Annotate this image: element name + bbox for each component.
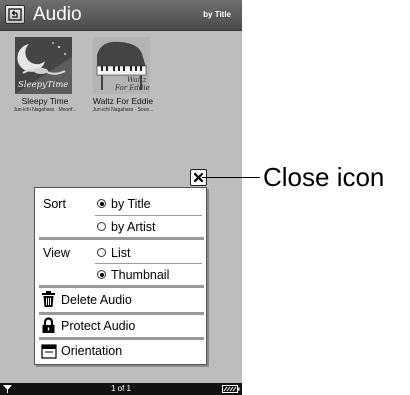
album-title: Waltz For Eddie — [92, 96, 154, 106]
callout-label: Close icon — [263, 162, 385, 192]
album-cover-text: Waltz — [127, 76, 147, 84]
radio-unselected-icon — [97, 222, 106, 232]
divider — [39, 237, 204, 240]
orientation-icon — [41, 344, 57, 359]
album-cover-text: SleepyTime — [18, 80, 68, 90]
view-list-option[interactable]: List — [97, 246, 130, 260]
album-artist: Jun-ichi Nagahara · Soun... — [92, 107, 154, 113]
page-indicator: 1 of 1 — [110, 384, 131, 393]
radio-unselected-icon — [97, 248, 106, 258]
radio-selected-icon — [97, 270, 106, 280]
sort-indicator: by Title — [203, 10, 231, 19]
back-arrow-icon — [8, 8, 22, 21]
view-label: View — [43, 246, 70, 260]
sort-by-artist-option[interactable]: by Artist — [97, 220, 155, 234]
options-menu: Sort by Title by Artist View List Thumbn… — [34, 187, 207, 365]
divider — [39, 312, 204, 315]
divider — [95, 215, 202, 216]
orientation-label: Orientation — [61, 344, 123, 358]
lock-icon — [42, 317, 55, 333]
album-title: Sleepy Time — [21, 96, 69, 106]
protect-audio-item[interactable]: Protect Audio — [41, 317, 201, 337]
trash-icon — [42, 291, 55, 307]
album-art[interactable]: Waltz For Eddie — [93, 37, 150, 94]
delete-audio-label: Delete Audio — [61, 293, 132, 307]
album-art[interactable]: SleepyTime — [15, 37, 72, 94]
device-screen: Audio by Title SleepyTime Sleepy Time Ju… — [0, 0, 242, 395]
album-artist: Jun-ichi Nagahara · Moonf... — [13, 107, 77, 113]
divider — [39, 285, 204, 288]
album-cover-image: Waltz For Eddie — [93, 37, 150, 94]
battery-icon — [222, 385, 240, 393]
title-bar: Audio by Title — [0, 0, 242, 31]
radio-selected-icon — [97, 199, 106, 209]
album-cover-image: SleepyTime — [15, 37, 72, 94]
back-button[interactable] — [5, 5, 25, 24]
view-thumbnail-label: Thumbnail — [111, 268, 170, 282]
divider — [95, 263, 202, 264]
status-bar: 1 of 1 — [0, 383, 242, 395]
view-list-label: List — [111, 246, 131, 260]
view-thumbnail-option[interactable]: Thumbnail — [97, 268, 169, 282]
app-title: Audio — [33, 4, 82, 25]
callout-leader-line — [202, 177, 260, 178]
sort-label: Sort — [43, 197, 66, 211]
divider — [39, 337, 204, 340]
delete-audio-item[interactable]: Delete Audio — [41, 291, 201, 311]
protect-audio-label: Protect Audio — [61, 319, 136, 333]
album-cover-text: For Eddie — [114, 84, 150, 92]
sort-by-artist-label: by Artist — [111, 220, 156, 234]
sort-by-title-option[interactable]: by Title — [97, 197, 151, 211]
sort-by-title-label: by Title — [111, 197, 151, 211]
orientation-item[interactable]: Orientation — [41, 342, 201, 362]
